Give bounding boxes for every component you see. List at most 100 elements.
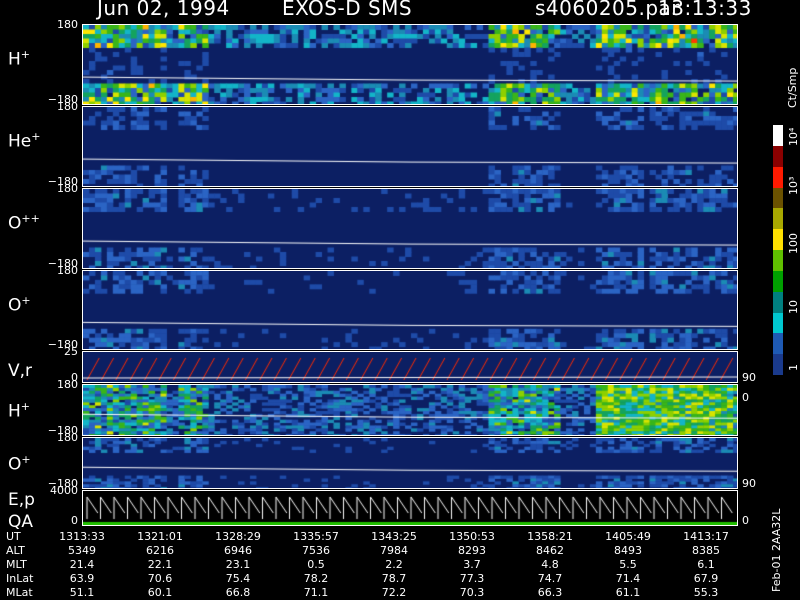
panel-oplusplus-heatmap (83, 189, 737, 268)
colorbar (773, 125, 783, 376)
panel-vr-rtick-top: 90 (742, 371, 756, 384)
panel-heplus-label: He+ (8, 130, 40, 152)
orbit-cell: 66.3 (537, 586, 563, 599)
panel-oplusplus-species: O (8, 213, 22, 234)
orbit-cell: 78.2 (303, 572, 329, 585)
orbit-cell: 8493 (614, 544, 642, 557)
orbit-cell: 2.2 (385, 558, 403, 571)
panel-hplus1 (82, 24, 738, 105)
orbit-cell: 0.5 (307, 558, 325, 571)
plot-date: Jun 02, 1994 (97, 0, 230, 20)
panel-heplus-heatmap (83, 107, 737, 186)
panel-ep (82, 490, 738, 526)
orbit-cell: 78.7 (381, 572, 407, 585)
orbit-cell: 8385 (692, 544, 720, 557)
orbit-cell: 51.1 (69, 586, 95, 599)
panel-oplus2-species: O (8, 454, 22, 475)
panel-oplus2-charge: + (21, 452, 31, 466)
orbit-cell: 1313:33 (59, 530, 105, 543)
colorbar-label-1: 1 (787, 364, 800, 371)
panel-vr-heatmap (83, 352, 737, 382)
panel-heplus-species: He (8, 131, 32, 152)
colorbar-segment (773, 125, 783, 147)
colorbar-segment (773, 145, 783, 168)
panel-ep-rtick-bottom: 0 (742, 514, 749, 527)
orbit-row-ut: UT 1313:33 1321:01 1328:29 1335:57 1343:25 135… (0, 530, 740, 544)
exos-d-sms-plot: Jun 02, 1994 EXOS-D SMS s4060205.par 13:… (0, 0, 800, 600)
orbit-cell: 4.8 (541, 558, 559, 571)
orbit-row-label: ALT (6, 544, 25, 557)
panel-ep-ytick-bottom: 0 (71, 514, 78, 527)
panel-vr-rtick-bottom: 0 (742, 391, 749, 404)
orbit-cell: 67.9 (693, 572, 719, 585)
orbit-cell: 77.3 (459, 572, 485, 585)
orbit-cell: 74.7 (537, 572, 563, 585)
panel-hplus1-species: H (8, 49, 21, 70)
orbit-row-inlat: InLat 63.9 70.6 75.4 78.2 78.7 77.3 74.7 71.4 67.… (0, 572, 740, 586)
panel-ep-heatmap (83, 491, 737, 525)
panel-ep-label2: QA (8, 512, 34, 532)
panel-oplus2-heatmap (83, 438, 737, 488)
colorbar-segment (773, 333, 783, 355)
panel-hplus2 (82, 384, 738, 436)
orbit-cell: 8462 (536, 544, 564, 557)
panel-ep-species: E,p (8, 490, 35, 510)
colorbar-segment (773, 208, 783, 230)
panel-oplus1-ytick-top: 180 (57, 264, 78, 277)
colorbar-unit: Ct/Smp (786, 67, 799, 108)
colorbar-label-10000: 10⁴ (787, 127, 800, 146)
panel-hplus1-charge: + (20, 48, 31, 62)
colorbar-segment (773, 291, 783, 313)
orbit-cell: 8293 (458, 544, 486, 557)
panel-oplus2-label: O+ (8, 453, 31, 475)
orbit-row-label: MLat (6, 586, 33, 599)
orbit-cell: 5349 (68, 544, 96, 557)
panel-oplus1-charge: + (21, 294, 31, 307)
orbit-cell: 22.1 (147, 558, 173, 571)
panel-ep-ytick-top: 4000 (50, 484, 78, 497)
orbit-cell: 6.1 (697, 558, 715, 571)
orbit-cell: 6216 (146, 544, 174, 557)
orbit-cell: 7536 (302, 544, 330, 557)
orbit-cell: 60.1 (147, 586, 173, 599)
orbit-cell: 1335:57 (293, 530, 339, 543)
panel-heplus-ytick-top: 180 (57, 100, 78, 113)
orbit-cell: 1343:25 (371, 530, 417, 543)
plot-time: 13:13:33 (658, 0, 752, 20)
orbit-cell: 70.3 (459, 586, 485, 599)
panel-hplus1-label: H+ (8, 48, 30, 70)
panel-vr (82, 351, 738, 383)
orbit-cell: 71.4 (615, 572, 641, 585)
orbit-cell: 21.4 (69, 558, 95, 571)
orbit-cell: 1358:21 (527, 530, 573, 543)
orbit-cell: 1413:17 (683, 530, 729, 543)
panel-hplus2-label: H+ (8, 400, 30, 422)
colorbar-segment (773, 166, 783, 188)
panel-ep-label: E,p QA (8, 490, 35, 532)
orbit-cell: 66.8 (225, 586, 251, 599)
orbit-cell: 75.4 (225, 572, 251, 585)
orbit-cell: 1350:53 (449, 530, 495, 543)
panel-oplus1-species: O (8, 295, 22, 316)
panel-hplus2-heatmap (83, 385, 737, 435)
panel-vr-species: V,r (8, 360, 33, 381)
orbit-cell: 70.6 (147, 572, 173, 585)
panel-vr-label: V,r (8, 361, 32, 381)
orbit-row-alt: ALT 5349 6216 6946 7536 7984 8293 8462 8493 8385 (0, 544, 740, 558)
panel-heplus (82, 106, 738, 187)
panel-hplus2-ytick-top: 180 (57, 378, 78, 391)
panel-oplus1 (82, 270, 738, 350)
panel-hplus2-charge: + (20, 399, 31, 413)
colorbar-label-10: 10 (787, 300, 800, 314)
colorbar-segment (773, 187, 783, 209)
panel-hplus2-species: H (8, 401, 21, 422)
orbit-cell: 55.3 (693, 586, 719, 599)
orbit-cell: 6946 (224, 544, 252, 557)
colorbar-segment (773, 354, 783, 376)
panel-hplus1-ytick-top: 180 (57, 18, 78, 31)
panel-oplus2-rtick-top: 90 (742, 477, 756, 490)
orbit-row-label: InLat (6, 572, 34, 585)
orbit-row-mlat: MLat 51.1 60.1 66.8 71.1 72.2 70.3 66.3 61.1 55.3 (0, 586, 740, 600)
plot-mission: EXOS-D SMS (282, 0, 413, 20)
orbit-cell: 1321:01 (137, 530, 183, 543)
